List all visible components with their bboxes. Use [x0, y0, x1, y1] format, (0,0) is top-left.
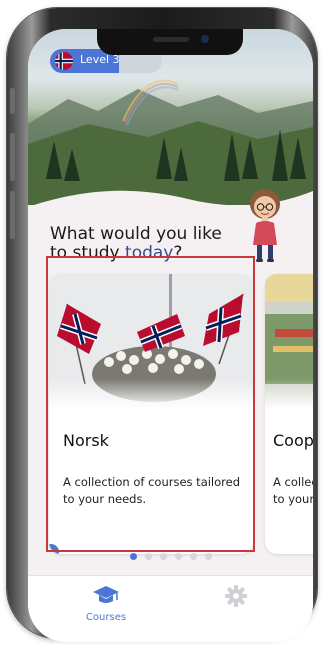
pagination-dot[interactable] — [144, 553, 152, 560]
pagination-dot[interactable] — [174, 553, 182, 560]
norway-flag-icon — [55, 52, 73, 70]
tab-settings[interactable] — [206, 584, 266, 612]
gear-icon — [225, 585, 247, 607]
card-description: A collection of courses tailored to your… — [273, 475, 313, 506]
volume-down-button — [10, 191, 15, 239]
tutor-avatar — [250, 189, 280, 262]
app-screen: Level 3 What would you like to study tod… — [28, 29, 313, 642]
heading-suffix: ? — [173, 243, 183, 263]
mute-switch — [10, 88, 15, 114]
pagination-dot[interactable] — [129, 553, 137, 560]
card-title: Norsk — [63, 431, 109, 450]
pagination-dot[interactable] — [159, 553, 167, 560]
tab-courses[interactable]: Courses — [76, 584, 136, 623]
volume-up-button — [10, 133, 15, 181]
phone-frame: Level 3 What would you like to study tod… — [7, 8, 317, 642]
graduation-cap-icon — [93, 586, 119, 603]
pagination-dot[interactable] — [204, 553, 212, 560]
heading-accent: today — [125, 243, 174, 263]
pagination-dot[interactable] — [189, 553, 197, 560]
norsk-card-image — [49, 274, 253, 409]
card-description: A collection of courses tailored to your… — [63, 475, 241, 506]
speaker-grille — [153, 37, 189, 42]
tab-courses-label: Courses — [85, 612, 127, 623]
page-heading: What would you like to study today? — [50, 225, 230, 263]
phone-notch — [97, 29, 243, 55]
coop-card-image — [265, 274, 313, 409]
course-card-coop[interactable]: Coop A collection of courses tailored to… — [265, 274, 313, 554]
bottom-tab-bar: Courses — [28, 575, 313, 642]
front-camera — [201, 35, 209, 43]
carousel-pagination — [28, 553, 313, 563]
course-card-norsk[interactable]: Norsk A collection of courses tailored t… — [49, 274, 253, 554]
card-title: Coop — [273, 431, 313, 450]
